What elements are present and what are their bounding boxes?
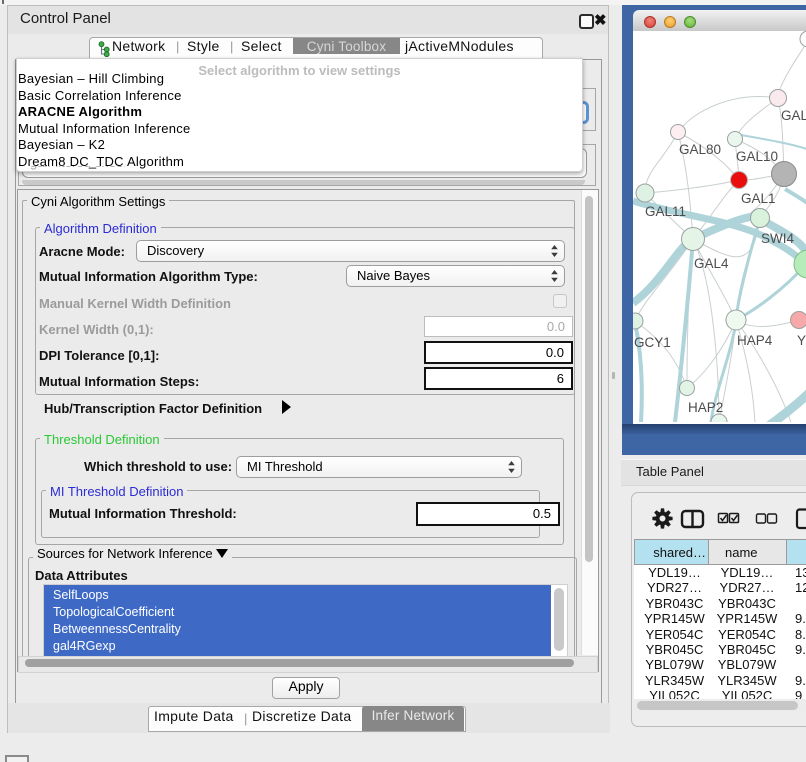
- svg-text:GAL10: GAL10: [736, 149, 778, 164]
- svg-text:GAL1: GAL1: [741, 191, 776, 206]
- svg-text:GAL80: GAL80: [679, 142, 721, 157]
- svg-text:GAL7: GAL7: [781, 108, 806, 123]
- svg-text:GCY1: GCY1: [634, 335, 671, 350]
- svg-text:GAL11: GAL11: [645, 204, 686, 219]
- svg-text:YJ: YJ: [797, 333, 806, 348]
- svg-text:SWI4: SWI4: [761, 231, 794, 246]
- svg-text:GAL4: GAL4: [694, 256, 729, 271]
- svg-text:HAP2: HAP2: [688, 400, 723, 415]
- svg-text:HAP4: HAP4: [737, 333, 773, 348]
